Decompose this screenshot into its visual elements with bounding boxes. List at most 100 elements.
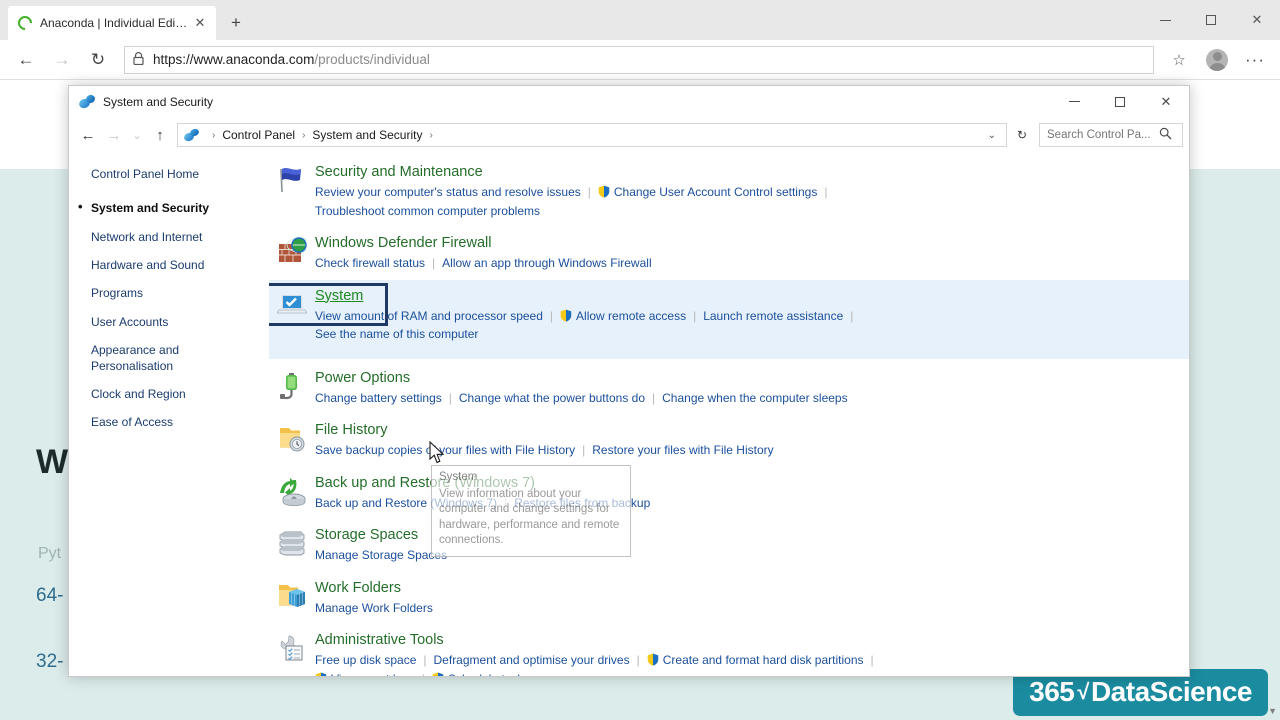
link-allow-remote-access[interactable]: Allow remote access: [576, 309, 686, 323]
shield-icon: [315, 672, 327, 676]
new-tab-button[interactable]: +: [222, 9, 250, 37]
storage-stack-icon: [269, 526, 315, 565]
close-icon[interactable]: ✕: [1143, 86, 1189, 117]
breadcrumb-item-control-panel[interactable]: Control Panel: [222, 128, 295, 142]
sidebar-item-clock-and-region[interactable]: Clock and Region: [91, 387, 269, 402]
close-icon[interactable]: ✕: [190, 15, 210, 31]
shield-icon: [647, 653, 659, 666]
search-input[interactable]: [1047, 129, 1159, 141]
browser-tab[interactable]: Anaconda | Individual Edition ✕: [8, 6, 216, 40]
sidebar-item-programs[interactable]: Programs: [91, 286, 269, 301]
recent-locations-icon[interactable]: ⌄: [127, 122, 147, 148]
link-review-status[interactable]: Review your computer's status and resolv…: [315, 185, 581, 199]
link-check-firewall-status[interactable]: Check firewall status: [315, 256, 425, 270]
link-allow-app-through-firewall[interactable]: Allow an app through Windows Firewall: [442, 256, 651, 270]
link-change-battery-settings[interactable]: Change battery settings: [315, 391, 442, 405]
group-body: Security and Maintenance Review your com…: [315, 163, 1189, 220]
avatar[interactable]: [1206, 48, 1228, 71]
watermark-number: 365: [1029, 676, 1075, 707]
link-change-computer-sleeps[interactable]: Change when the computer sleeps: [662, 391, 847, 405]
sidebar-item-system-and-security[interactable]: System and Security: [78, 199, 269, 216]
page-link-64bit[interactable]: 64-: [36, 585, 63, 607]
forward-icon[interactable]: →: [44, 44, 80, 76]
maximize-icon[interactable]: [1188, 0, 1234, 40]
minimize-icon[interactable]: [1142, 0, 1188, 40]
group-title-power-options[interactable]: Power Options: [315, 370, 410, 386]
link-see-computer-name[interactable]: See the name of this computer: [315, 327, 478, 341]
back-icon[interactable]: ←: [75, 122, 101, 148]
chevron-down-icon[interactable]: ⌄: [982, 130, 1002, 141]
forward-icon[interactable]: →: [101, 122, 127, 148]
reload-icon[interactable]: ↻: [80, 44, 116, 76]
scroll-down-icon[interactable]: ▼: [1268, 706, 1277, 716]
sidebar-item-hardware-and-sound[interactable]: Hardware and Sound: [91, 258, 269, 273]
link-create-format-partitions[interactable]: Create and format hard disk partitions: [663, 653, 864, 667]
control-panel-icon: [77, 93, 97, 110]
more-menu-icon[interactable]: ···: [1238, 50, 1272, 70]
browser-navigation-bar: ← → ↻ https://www.anaconda.com/products/…: [0, 40, 1280, 80]
minimize-icon[interactable]: [1051, 86, 1097, 117]
sidebar-item-ease-of-access[interactable]: Ease of Access: [91, 415, 269, 430]
link-view-ram-and-processor[interactable]: View amount of RAM and processor speed: [315, 309, 543, 323]
breadcrumb-separator: ›: [302, 129, 306, 141]
search-icon[interactable]: [1159, 127, 1172, 143]
breadcrumb-separator: ›: [429, 129, 433, 141]
control-panel-title-bar[interactable]: System and Security ✕: [69, 86, 1189, 117]
link-free-up-disk-space[interactable]: Free up disk space: [315, 653, 416, 667]
page-link-32bit[interactable]: 32-: [36, 651, 63, 673]
control-panel-window-controls: ✕: [1051, 86, 1189, 117]
divider: |: [870, 653, 874, 667]
control-panel-sidebar: Control Panel Home System and Security N…: [69, 153, 269, 676]
breadcrumb-item-system-and-security[interactable]: System and Security: [312, 128, 422, 142]
link-schedule-tasks[interactable]: Schedule tasks: [448, 672, 529, 677]
group-body: Administrative Tools Free up disk space |…: [315, 631, 1189, 676]
browser-window: Anaconda | Individual Edition ✕ + ✕ ← → …: [0, 0, 1280, 720]
group-links: Change battery settings | Change what the …: [315, 389, 1179, 408]
backup-restore-icon: [269, 474, 315, 513]
link-restore-files-file-history[interactable]: Restore your files with File History: [592, 443, 773, 457]
favorite-star-icon[interactable]: ☆: [1162, 51, 1196, 69]
group-back-up-and-restore: Back up and Restore (Windows 7) Back up …: [269, 467, 1189, 520]
divider: |: [549, 308, 554, 323]
sidebar-item-user-accounts[interactable]: User Accounts: [91, 315, 269, 330]
link-view-event-logs[interactable]: View event logs: [331, 672, 415, 677]
group-windows-defender-firewall: Windows Defender Firewall Check firewall…: [269, 227, 1189, 280]
work-folders-icon: [269, 579, 315, 618]
divider: |: [423, 653, 427, 667]
link-change-power-buttons[interactable]: Change what the power buttons do: [459, 391, 645, 405]
link-manage-work-folders[interactable]: Manage Work Folders: [315, 601, 433, 615]
group-links: Check firewall status | Allow an app throu…: [315, 254, 1179, 273]
group-title-windows-defender-firewall[interactable]: Windows Defender Firewall: [315, 235, 491, 251]
close-icon[interactable]: ✕: [1234, 0, 1280, 40]
group-title-administrative-tools[interactable]: Administrative Tools: [315, 632, 444, 648]
link-launch-remote-assistance[interactable]: Launch remote assistance: [703, 309, 843, 323]
maximize-icon[interactable]: [1097, 86, 1143, 117]
search-box[interactable]: [1039, 123, 1183, 147]
address-bar[interactable]: https://www.anaconda.com/products/indivi…: [124, 45, 1154, 74]
sidebar-item-appearance-and-personalisation[interactable]: Appearance and Personalisation: [91, 343, 269, 374]
link-manage-storage-spaces[interactable]: Manage Storage Spaces: [315, 548, 447, 562]
group-title-file-history[interactable]: File History: [315, 422, 388, 438]
back-icon[interactable]: ←: [8, 44, 44, 76]
divider: |: [850, 308, 854, 323]
group-title-work-folders[interactable]: Work Folders: [315, 580, 401, 596]
link-defragment-drives[interactable]: Defragment and optimise your drives: [434, 653, 630, 667]
group-title-system[interactable]: System: [315, 288, 363, 304]
link-troubleshoot-problems[interactable]: Troubleshoot common computer problems: [315, 204, 540, 218]
breadcrumb[interactable]: › Control Panel › System and Security › …: [177, 123, 1007, 147]
group-body: Work Folders Manage Work Folders: [315, 579, 1189, 618]
sidebar-item-network-and-internet[interactable]: Network and Internet: [91, 230, 269, 245]
link-change-uac-settings[interactable]: Change User Account Control settings: [614, 185, 817, 199]
group-links: View amount of RAM and processor speed | A…: [315, 307, 1179, 344]
group-administrative-tools: Administrative Tools Free up disk space |…: [269, 624, 1189, 676]
group-links: Manage Work Folders: [315, 599, 1179, 618]
refresh-icon[interactable]: ↻: [1011, 123, 1033, 147]
group-title-storage-spaces[interactable]: Storage Spaces: [315, 527, 418, 543]
up-icon[interactable]: ↑: [147, 122, 173, 148]
group-system[interactable]: System View amount of RAM and processor …: [269, 279, 1189, 359]
divider: |: [587, 185, 591, 199]
sidebar-item-control-panel-home[interactable]: Control Panel Home: [91, 167, 269, 182]
group-title-security-and-maintenance[interactable]: Security and Maintenance: [315, 164, 483, 180]
lock-icon: [133, 51, 144, 68]
control-panel-main: Security and Maintenance Review your com…: [269, 153, 1189, 676]
